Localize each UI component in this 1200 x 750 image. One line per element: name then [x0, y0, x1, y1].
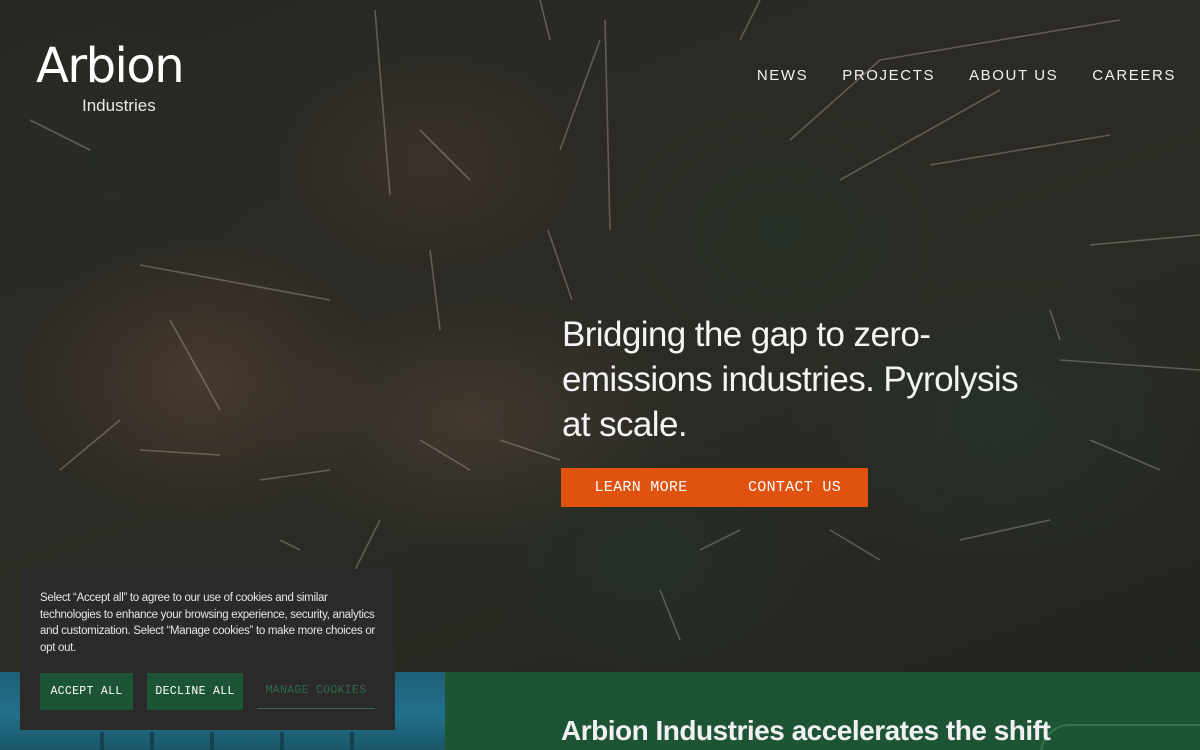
hero-cta-group: LEARN MORE CONTACT US: [561, 468, 868, 507]
learn-more-button[interactable]: LEARN MORE: [561, 468, 721, 507]
decorative-arc: [1040, 724, 1200, 750]
brand-name: Arbion: [36, 38, 185, 94]
brand-logo[interactable]: Arbion Industries: [36, 40, 206, 120]
brand-subtitle: Industries: [82, 96, 156, 115]
cookie-banner-text: Select “Accept all” to agree to our use …: [40, 592, 375, 654]
decline-all-button[interactable]: DECLINE ALL: [147, 673, 243, 710]
hero-headline: Bridging the gap to zero-emissions indus…: [562, 315, 1019, 444]
nav-item-projects[interactable]: PROJECTS: [842, 67, 935, 84]
nav-item-news[interactable]: NEWS: [757, 67, 808, 84]
container-rib: [150, 732, 154, 750]
intro-section-title: Arbion Industries accelerates the shift: [561, 715, 1051, 746]
cookie-banner: Select “Accept all” to agree to our use …: [20, 569, 395, 730]
cookie-actions: ACCEPT ALL DECLINE ALL MANAGE COOKIES: [40, 673, 375, 710]
contact-us-button[interactable]: CONTACT US: [721, 468, 868, 507]
container-rib: [100, 732, 104, 750]
intro-section: Arbion Industries accelerates the shift: [445, 672, 1200, 750]
accept-all-button[interactable]: ACCEPT ALL: [40, 673, 133, 710]
container-rib: [210, 732, 214, 750]
container-rib: [280, 732, 284, 750]
nav-item-about-us[interactable]: ABOUT US: [969, 67, 1058, 84]
main-nav: NEWS PROJECTS ABOUT US CAREERS: [723, 67, 1176, 84]
container-rib: [350, 732, 354, 750]
manage-cookies-button[interactable]: MANAGE COOKIES: [257, 673, 375, 709]
nav-item-careers[interactable]: CAREERS: [1092, 67, 1176, 84]
